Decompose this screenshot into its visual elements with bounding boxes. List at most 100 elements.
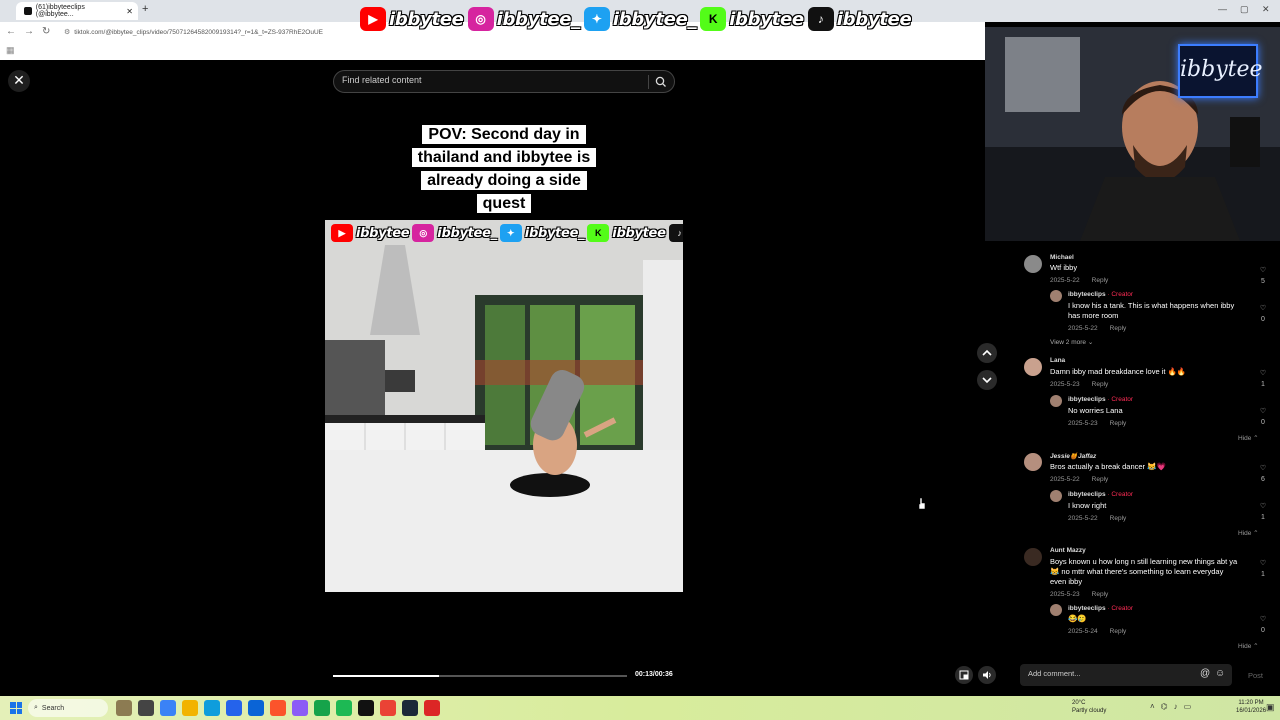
reply-button[interactable]: Reply <box>1110 515 1127 522</box>
file-explorer-icon[interactable] <box>182 700 198 716</box>
reply-username[interactable]: ibbyteeclips · Creator <box>1068 605 1133 612</box>
volume-icon[interactable]: ♪ <box>1174 702 1178 711</box>
edge-icon[interactable] <box>204 700 220 716</box>
forward-icon[interactable]: → <box>24 26 34 37</box>
video-progress-bar[interactable] <box>333 675 627 677</box>
banner-item: ✦ ibbytee_ <box>583 7 697 31</box>
minimize-icon[interactable]: — <box>1218 4 1227 14</box>
close-viewer-button[interactable]: ✕ <box>8 70 30 92</box>
avatar[interactable] <box>1050 604 1062 616</box>
like-button[interactable]: ♡ 0 <box>1256 303 1270 325</box>
reply-button[interactable]: Reply <box>1092 277 1109 284</box>
reply-button[interactable]: Reply <box>1092 591 1109 598</box>
browser-tab[interactable]: (61)ibbyteeclips (@ibbytee... ✕ <box>16 2 138 20</box>
comment-username[interactable]: Lana <box>1050 357 1065 364</box>
previous-video-button[interactable] <box>977 343 997 363</box>
video-banner-handle: ibbytee <box>356 225 410 241</box>
miniplayer-button[interactable] <box>955 666 973 684</box>
kitchen-scene-image <box>325 220 683 592</box>
battery-icon[interactable]: ▭ <box>1184 702 1192 711</box>
hide-replies-button[interactable]: Hide ⌃ <box>1238 434 1259 442</box>
neon-sign: ibbytee <box>1178 44 1263 98</box>
like-count: 0 <box>1261 627 1265 634</box>
like-button[interactable]: ♡ 1 <box>1256 368 1270 390</box>
volume-button[interactable] <box>978 666 996 684</box>
window-close-icon[interactable]: ✕ <box>1262 4 1270 15</box>
taskbar-search[interactable]: ⌕ Search <box>28 699 108 717</box>
reply-button[interactable]: Reply <box>1092 476 1109 483</box>
reload-icon[interactable]: ↻ <box>42 26 50 37</box>
back-icon[interactable]: ← <box>6 26 16 37</box>
outlook-icon[interactable] <box>248 700 264 716</box>
reply-button[interactable]: Reply <box>1110 628 1127 635</box>
apps-grid-icon[interactable]: ▦ <box>6 45 15 56</box>
comment-username[interactable]: Aunt Mazzy <box>1050 547 1086 554</box>
chevron-up-icon[interactable]: ˄ <box>1150 702 1155 711</box>
brave-icon[interactable] <box>270 700 286 716</box>
post-button[interactable]: Post <box>1248 671 1263 680</box>
tab-close-icon[interactable]: ✕ <box>126 7 133 16</box>
weather-widget[interactable]: 20°C Partly cloudy <box>1072 699 1106 715</box>
avatar[interactable] <box>1024 453 1042 471</box>
mention-icon[interactable]: @ <box>1200 668 1210 679</box>
avatar[interactable] <box>1050 290 1062 302</box>
taskbar-app-icon[interactable] <box>226 700 242 716</box>
comment-input[interactable] <box>1028 669 1188 678</box>
hide-replies-button[interactable]: Hide ⌃ <box>1238 642 1259 650</box>
reply-username[interactable]: ibbyteeclips · Creator <box>1068 291 1133 298</box>
comment-username[interactable]: Michael <box>1050 254 1074 261</box>
steam-icon[interactable] <box>402 700 418 716</box>
taskbar-app-icon[interactable] <box>424 700 440 716</box>
avatar[interactable] <box>1024 358 1042 376</box>
avatar[interactable] <box>1050 490 1062 502</box>
taskbar-app-icon[interactable] <box>292 700 308 716</box>
comment-date: 2025-5-23 <box>1050 591 1080 598</box>
banner-handle: ibbytee_ <box>612 8 697 30</box>
reply-button[interactable]: Reply <box>1110 325 1127 332</box>
like-button[interactable]: ♡ 1 <box>1256 558 1270 580</box>
taskbar-app-icon[interactable] <box>116 700 132 716</box>
avatar[interactable] <box>1024 548 1042 566</box>
youtube-icon: ▶ <box>331 224 353 242</box>
hide-replies-button[interactable]: Hide ⌃ <box>1238 529 1259 537</box>
clock[interactable]: 11:20 PM 16/01/2026 <box>1236 699 1266 715</box>
site-info-icon[interactable]: ⚙ <box>64 28 70 36</box>
emoji-icon[interactable]: ☺ <box>1215 668 1225 679</box>
like-button[interactable]: ♡ 1 <box>1256 501 1270 523</box>
avatar[interactable] <box>1024 255 1042 273</box>
comment-thread: Jessie🍯Jaffaz Bros actually a break danc… <box>1008 451 1270 541</box>
related-search-input[interactable] <box>342 75 642 85</box>
taskbar-app-icon[interactable] <box>160 700 176 716</box>
view-more-replies-button[interactable]: View 2 more ⌄ <box>1050 338 1093 346</box>
next-video-button[interactable] <box>977 370 997 390</box>
windows-start-icon[interactable] <box>10 702 22 714</box>
like-button[interactable]: ♡ 6 <box>1256 463 1270 485</box>
reply-meta: 2025-5-22 Reply <box>1068 515 1126 522</box>
taskbar-app-icon[interactable] <box>314 700 330 716</box>
terminal-icon[interactable] <box>358 700 374 716</box>
clock-time: 11:20 PM <box>1238 700 1264 706</box>
maximize-icon[interactable]: ▢ <box>1240 4 1249 15</box>
chrome-icon[interactable] <box>380 700 396 716</box>
reply-button[interactable]: Reply <box>1110 420 1127 427</box>
comment-username[interactable]: Jessie🍯Jaffaz <box>1050 452 1096 460</box>
reply-username[interactable]: ibbyteeclips · Creator <box>1068 491 1133 498</box>
like-button[interactable]: ♡ 5 <box>1256 265 1270 287</box>
like-button[interactable]: ♡ 0 <box>1256 614 1270 636</box>
notification-icon[interactable]: ▣ <box>1266 702 1275 713</box>
reply-button[interactable]: Reply <box>1092 381 1109 388</box>
taskbar-app-icon[interactable] <box>138 700 154 716</box>
new-tab-icon[interactable]: + <box>142 3 148 15</box>
weather-desc: Partly cloudy <box>1072 708 1107 714</box>
video-frame: ▶ ibbytee ◎ ibbytee_ ✦ ibbytee_ K ibbyte… <box>325 220 683 592</box>
video-player[interactable]: POV: Second day in thailand and ibbytee … <box>325 95 683 695</box>
reply-username[interactable]: ibbyteeclips · Creator <box>1068 396 1133 403</box>
search-icon[interactable] <box>654 75 668 89</box>
reply-text: I know right <box>1068 501 1107 510</box>
avatar[interactable] <box>1050 395 1062 407</box>
network-icon[interactable]: ⌬ <box>1161 702 1168 711</box>
video-banner-handle: ibbytee_ <box>437 225 498 241</box>
heart-icon: ♡ <box>1259 503 1267 510</box>
like-button[interactable]: ♡ 0 <box>1256 406 1270 428</box>
spotify-icon[interactable] <box>336 700 352 716</box>
